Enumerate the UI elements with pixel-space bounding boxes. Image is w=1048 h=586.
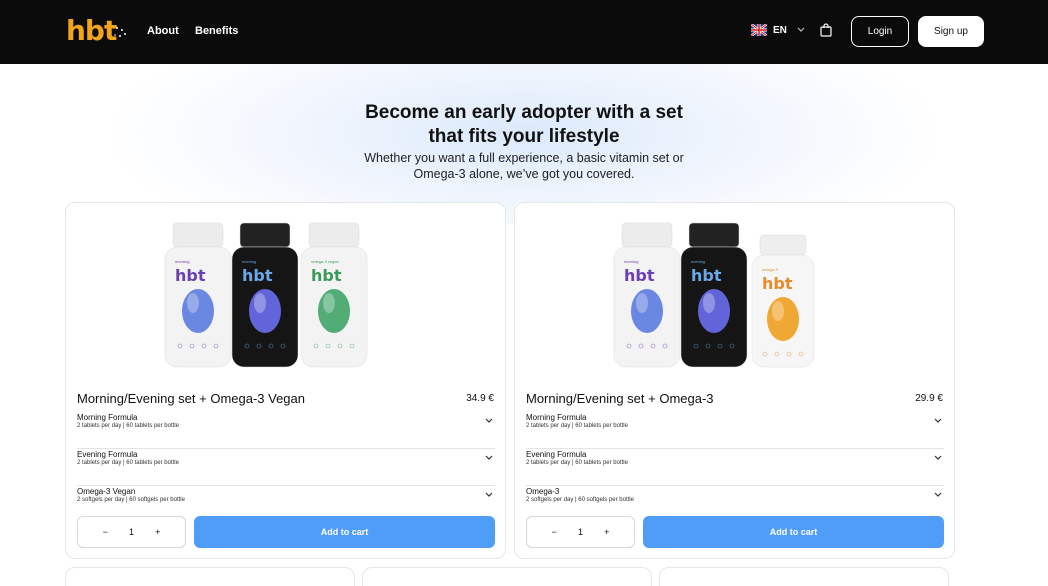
formula-title: Omega-3 Vegan <box>77 487 136 496</box>
bottle-gem-shape <box>631 289 663 333</box>
language-selector[interactable]: EN <box>751 24 805 36</box>
formula-title: Morning Formula <box>77 413 138 422</box>
supplement-bottle: evening hbt <box>231 222 299 368</box>
bottle-brand-text: hbt <box>762 274 793 293</box>
supplement-bottle: morning hbt <box>164 222 232 368</box>
bottle-label-text: morning <box>624 259 638 264</box>
logo-sparkle-icon <box>114 27 126 37</box>
bottle-gem-shape <box>767 297 799 341</box>
formula-title: Evening Formula <box>77 450 138 459</box>
shopping-bag-icon[interactable] <box>820 23 832 37</box>
quantity-increase-button[interactable]: + <box>155 527 160 537</box>
quantity-increase-button[interactable]: + <box>604 527 609 537</box>
product-card: morning hbt evening hbt omega-3 hbt Morning/E… <box>514 202 955 559</box>
formula-accordion-evening[interactable]: Evening Formula 2 tablets per day | 60 t… <box>526 450 944 486</box>
product-price: 29.9 € <box>915 393 943 404</box>
formula-accordion-morning[interactable]: Morning Formula 2 tablets per day | 60 t… <box>526 413 944 449</box>
chevron-down-icon <box>934 418 942 423</box>
quantity-value[interactable]: 1 <box>578 527 583 537</box>
bottle-gem-shape <box>698 289 730 333</box>
add-to-cart-button[interactable]: Add to cart <box>643 516 944 548</box>
formula-description: 2 tablets per day | 60 tablets per bottl… <box>526 460 628 466</box>
chevron-down-icon <box>797 27 805 32</box>
bottle-gem-shape <box>249 289 281 333</box>
quantity-value[interactable]: 1 <box>129 527 134 537</box>
formula-accordion-morning[interactable]: Morning Formula 2 tablets per day | 60 t… <box>77 413 495 449</box>
bottle-brand-text: hbt <box>242 266 273 285</box>
formula-description: 2 tablets per day | 60 tablets per bottl… <box>526 423 628 429</box>
bottle-label-text: evening <box>242 259 256 264</box>
product-bottles-image: morning hbt evening hbt omega-3 hbt <box>613 222 815 368</box>
formula-description: 2 tablets per day | 60 tablets per bottl… <box>77 460 179 466</box>
supplement-bottle: morning hbt <box>613 222 681 368</box>
chevron-down-icon <box>485 418 493 423</box>
product-card-partial <box>659 567 949 586</box>
supplement-bottle: omega-3 vegan hbt <box>300 222 368 368</box>
bottle-gem-shape <box>182 289 214 333</box>
supplement-bottle: omega-3 hbt <box>751 234 815 368</box>
product-bottles-image: morning hbt evening hbt omega-3 vegan hbt <box>164 222 368 368</box>
product-card-partial <box>65 567 355 586</box>
bottle-brand-text: hbt <box>691 266 722 285</box>
hero-title-line: that fits your lifestyle <box>428 126 620 147</box>
formula-description: 2 tablets per day | 60 tablets per bottl… <box>77 423 179 429</box>
formula-description: 2 softgels per day | 60 softgels per bot… <box>526 497 634 503</box>
chevron-down-icon <box>485 455 493 460</box>
nav-about-link[interactable]: About <box>147 25 179 37</box>
supplement-bottle: evening hbt <box>680 222 748 368</box>
product-card: morning hbt evening hbt omega-3 vegan hbt Mor… <box>65 202 506 559</box>
formula-title: Morning Formula <box>526 413 587 422</box>
bottle-gem-shape <box>318 289 350 333</box>
bottle-label-text: omega-3 <box>762 267 779 272</box>
bottle-brand-text: hbt <box>624 266 655 285</box>
language-code: EN <box>773 24 787 36</box>
bottle-label-text: omega-3 vegan <box>311 259 339 264</box>
formula-title: Evening Formula <box>526 450 587 459</box>
chevron-down-icon <box>934 455 942 460</box>
add-to-cart-button[interactable]: Add to cart <box>194 516 495 548</box>
formula-description: 2 softgels per day | 60 softgels per bot… <box>77 497 185 503</box>
hero-title-line: Become an early adopter with a set <box>365 102 683 123</box>
hero-subtitle: Whether you want a full experience, a ba… <box>0 150 1048 182</box>
quantity-decrease-button[interactable]: − <box>103 527 108 537</box>
product-name: Morning/Evening set + Omega-3 Vegan <box>77 391 306 406</box>
hero-subtitle-line: Whether you want a full experience, a ba… <box>364 151 684 165</box>
product-card-partial <box>362 567 652 586</box>
formula-title: Omega-3 <box>526 487 560 496</box>
quantity-stepper: − 1 + <box>526 516 635 548</box>
hbt-logo[interactable]: hbt <box>66 12 126 48</box>
chevron-down-icon <box>934 492 942 497</box>
bottle-brand-text: hbt <box>175 266 206 285</box>
quantity-decrease-button[interactable]: − <box>552 527 557 537</box>
bottle-label-text: evening <box>691 259 705 264</box>
chevron-down-icon <box>485 492 493 497</box>
formula-accordion-evening[interactable]: Evening Formula 2 tablets per day | 60 t… <box>77 450 495 486</box>
quantity-stepper: − 1 + <box>77 516 186 548</box>
uk-flag-icon <box>751 24 767 36</box>
top-navbar: hbt About Benefits EN Login Sign up <box>0 0 1048 64</box>
login-button[interactable]: Login <box>851 16 909 47</box>
bottle-brand-text: hbt <box>311 266 342 285</box>
product-name: Morning/Evening set + Omega-3 <box>526 391 714 406</box>
hero-subtitle-line: Omega-3 alone, we’ve got you covered. <box>413 167 635 181</box>
logo-text: hbt <box>66 13 117 47</box>
bottle-label-text: morning <box>175 259 189 264</box>
signup-button[interactable]: Sign up <box>918 16 984 47</box>
hero-title: Become an early adopter with a set that … <box>0 101 1048 149</box>
product-price: 34.9 € <box>466 393 494 404</box>
nav-benefits-link[interactable]: Benefits <box>195 25 238 37</box>
